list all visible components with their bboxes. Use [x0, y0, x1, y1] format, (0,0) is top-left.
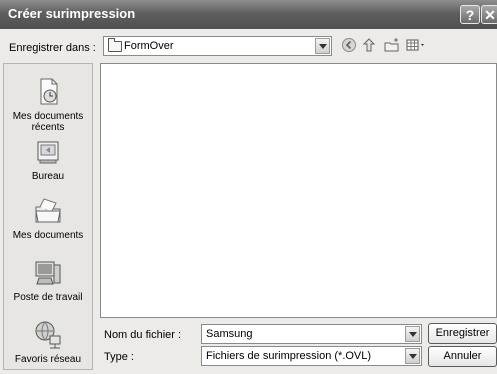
back-icon[interactable]	[341, 37, 357, 55]
chevron-down-icon[interactable]	[405, 326, 420, 342]
save-button[interactable]: Enregistrer	[428, 323, 497, 344]
dialog-title: Créer surimpression	[8, 6, 136, 21]
place-network[interactable]: Favoris réseau	[4, 319, 92, 365]
place-my-computer[interactable]: Poste de travail	[4, 257, 92, 303]
place-label: Mes documents récents	[12, 111, 84, 133]
up-folder-icon[interactable]	[362, 37, 376, 55]
title-bar: Créer surimpression ? ✕	[0, 0, 497, 29]
network-places-icon	[32, 319, 64, 351]
cancel-button[interactable]: Annuler	[428, 346, 497, 367]
close-button[interactable]: ✕	[481, 5, 497, 24]
my-documents-icon	[32, 195, 64, 227]
file-type-value: Fichiers de surimpression (*.OVL)	[206, 350, 372, 362]
chevron-down-icon[interactable]	[405, 348, 420, 364]
place-desktop[interactable]: Bureau	[4, 136, 92, 182]
place-recent-documents[interactable]: Mes documents récents	[4, 76, 92, 133]
filename-field[interactable]: Samsung	[201, 324, 422, 344]
folder-icon	[108, 38, 122, 52]
file-type-label: Type :	[104, 351, 134, 363]
new-folder-icon[interactable]	[383, 37, 401, 55]
chevron-down-icon[interactable]	[315, 38, 330, 54]
my-computer-icon	[32, 257, 64, 289]
desktop-icon	[32, 136, 64, 168]
filename-label: Nom du fichier :	[104, 329, 182, 341]
help-button[interactable]: ?	[460, 5, 480, 24]
place-label: Mes documents	[12, 230, 84, 241]
save-dialog: Créer surimpression ? ✕ Enregistrer dans…	[0, 0, 497, 374]
file-list[interactable]	[100, 63, 497, 318]
save-in-value: FormOver	[124, 40, 174, 52]
place-my-documents[interactable]: Mes documents	[4, 195, 92, 241]
place-label: Favoris réseau	[14, 354, 82, 365]
save-in-label: Enregistrer dans :	[9, 42, 96, 54]
filename-value: Samsung	[206, 328, 253, 340]
place-label: Poste de travail	[13, 292, 83, 303]
place-label: Bureau	[31, 171, 65, 182]
save-in-dropdown[interactable]: FormOver	[103, 36, 332, 56]
file-type-dropdown[interactable]: Fichiers de surimpression (*.OVL)	[201, 346, 422, 366]
recent-documents-icon	[32, 76, 64, 108]
places-bar: Mes documents récents Bureau Mes documen…	[3, 63, 93, 370]
views-menu-icon[interactable]	[405, 37, 429, 55]
